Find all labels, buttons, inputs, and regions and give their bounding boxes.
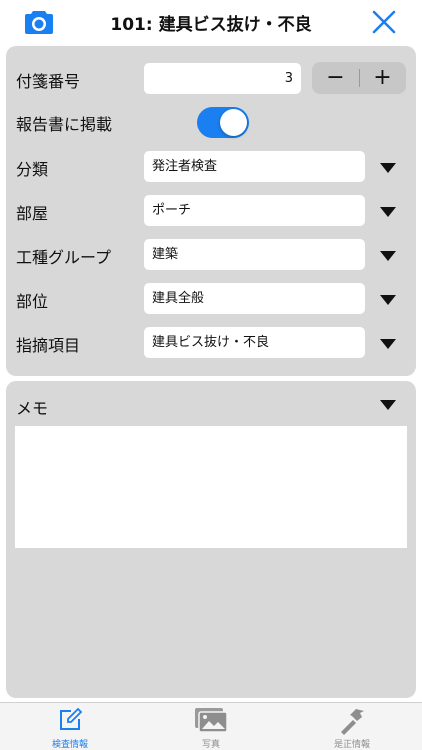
- category-select[interactable]: 発注者検査: [144, 151, 365, 182]
- part-select[interactable]: 建具全般: [144, 283, 365, 314]
- chevron-down-icon[interactable]: [380, 295, 396, 305]
- chevron-down-icon[interactable]: [380, 339, 396, 349]
- tab-bar: 検査情報 写真 是正情報: [0, 702, 422, 750]
- report-include-label: 報告書に掲載: [16, 115, 113, 134]
- tab-label: 検査情報: [51, 740, 88, 750]
- report-include-toggle[interactable]: [197, 107, 249, 138]
- memo-label: メモ: [16, 399, 49, 418]
- decrement-button[interactable]: −: [312, 62, 359, 94]
- inspection-form-panel: 付箋番号 3 − + 報告書に掲載 分類 発注者検査 部屋 ポーチ 工種グループ…: [6, 46, 416, 376]
- toggle-knob: [220, 109, 247, 136]
- edit-icon: [60, 707, 83, 730]
- trade-group-row: 工種グループ 建築: [6, 239, 416, 273]
- photos-icon: [195, 708, 228, 733]
- trade-group-label: 工種グループ: [16, 248, 112, 267]
- issue-select[interactable]: 建具ビス抜け・不良: [144, 327, 365, 358]
- tab-inspection-info[interactable]: 検査情報: [0, 703, 140, 750]
- tab-label: 写真: [201, 740, 220, 750]
- close-icon[interactable]: [372, 10, 396, 34]
- memo-textarea[interactable]: [15, 426, 407, 548]
- report-include-row: 報告書に掲載: [6, 106, 416, 140]
- room-select[interactable]: ポーチ: [144, 195, 365, 226]
- chevron-down-icon[interactable]: [380, 207, 396, 217]
- camera-icon[interactable]: [24, 9, 54, 35]
- issue-label: 指摘項目: [16, 336, 81, 355]
- page-title: 101: 建具ビス抜け・不良: [110, 15, 312, 35]
- category-row: 分類 発注者検査: [6, 151, 416, 185]
- increment-button[interactable]: +: [359, 62, 406, 94]
- sticky-number-row: 付箋番号 3 − +: [6, 62, 416, 97]
- tab-photos[interactable]: 写真: [141, 703, 281, 750]
- room-label: 部屋: [16, 204, 49, 223]
- issue-row: 指摘項目 建具ビス抜け・不良: [6, 327, 416, 361]
- category-label: 分類: [16, 160, 49, 179]
- part-row: 部位 建具全般: [6, 283, 416, 317]
- sticky-number-label: 付箋番号: [16, 72, 81, 91]
- header-bar: 101: 建具ビス抜け・不良: [0, 0, 422, 44]
- memo-panel: メモ: [6, 381, 416, 698]
- sticky-number-field[interactable]: 3: [144, 63, 301, 94]
- part-label: 部位: [16, 292, 49, 311]
- chevron-down-icon[interactable]: [380, 251, 396, 261]
- trade-group-select[interactable]: 建築: [144, 239, 365, 270]
- hammer-icon: [341, 709, 364, 735]
- tab-correction-info[interactable]: 是正情報: [282, 703, 422, 750]
- sticky-number-stepper: − +: [312, 62, 406, 94]
- chevron-down-icon[interactable]: [380, 400, 396, 410]
- tab-label: 是正情報: [333, 740, 370, 750]
- room-row: 部屋 ポーチ: [6, 195, 416, 229]
- chevron-down-icon[interactable]: [380, 163, 396, 173]
